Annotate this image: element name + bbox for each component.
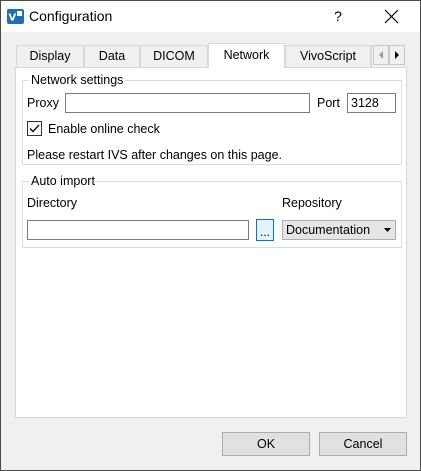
app-icon: V (7, 9, 24, 24)
network-settings-group: Network settings Proxy Port Enable onlin… (22, 73, 402, 165)
network-settings-title: Network settings (29, 73, 126, 87)
tab-bar: Display Data DICOM Network VivoScript (1, 43, 420, 69)
tab-scroll-left-button[interactable] (373, 45, 389, 65)
proxy-input[interactable] (65, 93, 310, 113)
cancel-button[interactable]: Cancel (319, 432, 407, 456)
directory-label: Directory (27, 196, 78, 210)
close-icon (384, 9, 399, 24)
title-bar[interactable]: V Configuration ? (1, 1, 420, 32)
tab-network[interactable]: Network (208, 43, 285, 68)
configuration-dialog: V Configuration ? Display Data DICOM Net… (0, 0, 421, 471)
port-label: Port (317, 96, 340, 110)
repository-select[interactable]: Documentation (282, 220, 396, 240)
auto-import-title: Auto import (29, 174, 97, 188)
enable-online-check-label[interactable]: Enable online check (48, 121, 160, 137)
tab-display[interactable]: Display (16, 45, 84, 67)
chevron-right-icon (395, 51, 399, 59)
tab-scroll-right-button[interactable] (389, 45, 405, 65)
network-tab-panel: Network settings Proxy Port Enable onlin… (15, 67, 407, 418)
close-button[interactable] (371, 1, 413, 32)
chevron-left-icon (379, 51, 383, 59)
tab-vivoscript[interactable]: VivoScript (285, 45, 371, 67)
svg-text:V: V (9, 13, 17, 24)
repository-label: Repository (282, 196, 342, 210)
auto-import-group: Auto import Directory ... Repository Doc… (22, 174, 402, 248)
checkmark-icon (29, 124, 40, 133)
repository-selected-value: Documentation (286, 223, 371, 237)
enable-online-check-checkbox[interactable] (27, 121, 42, 136)
proxy-label: Proxy (27, 96, 59, 110)
directory-input[interactable] (27, 220, 249, 240)
chevron-down-icon (384, 228, 391, 232)
tab-dicom[interactable]: DICOM (140, 45, 208, 67)
browse-button[interactable]: ... (256, 219, 274, 241)
ok-button[interactable]: OK (222, 432, 310, 456)
help-button[interactable]: ? (323, 1, 353, 32)
restart-note: Please restart IVS after changes on this… (27, 148, 283, 162)
window-title: Configuration (29, 8, 113, 24)
port-input[interactable] (347, 93, 396, 113)
tab-data[interactable]: Data (84, 45, 140, 67)
